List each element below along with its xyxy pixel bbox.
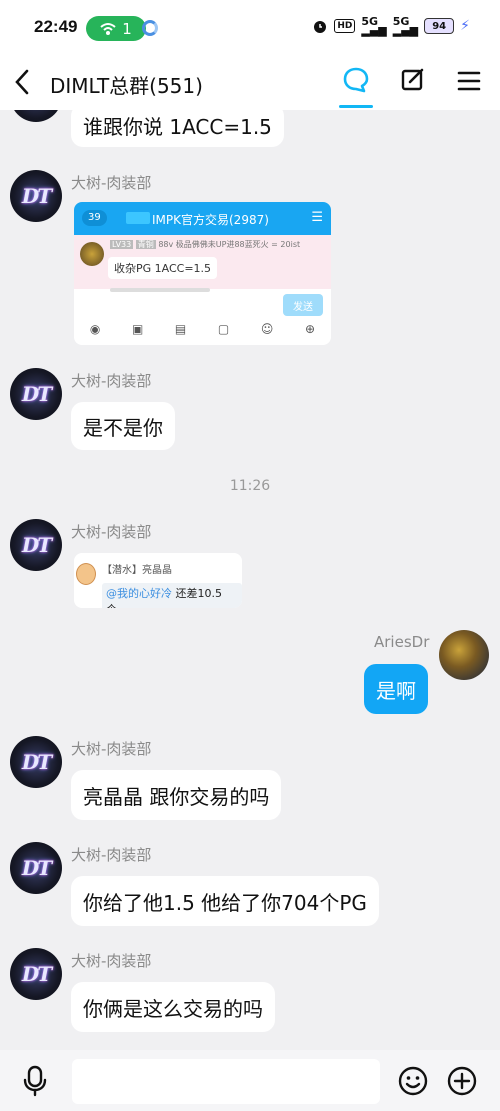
avatar[interactable]: DT	[10, 842, 62, 894]
shot-image-icon: ▣	[131, 322, 144, 336]
shot-file-icon: ▢	[217, 322, 230, 336]
mic-icon[interactable]	[22, 1065, 48, 1097]
shot-message: 收杂PG 1ACC=1.5	[108, 257, 218, 279]
signal-1: 5G ▂▄▆	[361, 16, 387, 37]
status-time: 22:49	[34, 17, 78, 36]
quote-name: 【潜水】亮晶晶	[102, 565, 172, 576]
avatar-logo: DT	[21, 533, 52, 557]
avatar-logo: DT	[21, 856, 52, 880]
message-bubble[interactable]: 亮晶晶 跟你交易的吗	[71, 770, 282, 820]
edit-icon[interactable]	[400, 67, 426, 93]
sender-name: 大树-肉装部	[71, 174, 152, 192]
shot-plus-icon: ⊕	[305, 322, 316, 336]
hd-badge: HD	[334, 19, 356, 33]
browser-status-icon	[142, 20, 158, 36]
alarm-icon	[314, 21, 327, 33]
message-input[interactable]	[72, 1059, 380, 1104]
my-name: AriesDr	[374, 633, 430, 651]
wifi-hotspot-icon	[100, 22, 116, 35]
avatar[interactable]: DT	[10, 519, 62, 571]
avatar[interactable]: DT	[10, 110, 62, 122]
charging-icon: ⚡	[460, 18, 470, 34]
shot-avatar	[80, 242, 104, 266]
shot-mic-icon: ◉	[89, 322, 101, 336]
my-message-bubble[interactable]: 是啊	[364, 664, 428, 714]
status-icons: HD 5G ▂▄▆ 5G ▂▄▆ 94 ⚡	[312, 16, 470, 37]
shot-toolbar: ◉ ▣ ▤ ▢ ☺ ⊕	[74, 322, 331, 336]
my-avatar[interactable]	[439, 630, 489, 680]
quote-message: @我的心好冷 还差10.5个。	[102, 583, 242, 608]
shot-count: 39	[82, 210, 107, 226]
emoji-icon[interactable]	[398, 1066, 428, 1096]
shot-camera-icon: ▤	[174, 322, 187, 336]
avatar-logo: DT	[21, 962, 52, 986]
chat-header: DIMLT总群(551)	[0, 56, 500, 110]
input-bar	[0, 1050, 500, 1111]
message-bubble[interactable]: 谁跟你说 1ACC=1.5	[71, 110, 284, 147]
shot-meta: LV33 青铜 88v 极品佛佛未UP进88蓝死火 = 20ist	[110, 239, 300, 250]
avatar-logo: DT	[21, 184, 52, 208]
message-list[interactable]: DT 谁跟你说 1ACC=1.5 DT 大树-肉装部 39 IMPK官方交易(2…	[0, 110, 500, 1050]
avatar-logo: DT	[21, 382, 52, 406]
sender-name: 大树-肉装部	[71, 952, 152, 970]
avatar[interactable]: DT	[10, 948, 62, 1000]
menu-icon[interactable]	[457, 70, 481, 92]
hotspot-badge: 1	[86, 16, 146, 41]
back-icon[interactable]	[14, 68, 30, 101]
shot-tag	[126, 212, 150, 224]
signal-bars-icon: ▂▄▆	[392, 24, 419, 37]
quote-avatar	[76, 563, 96, 585]
chat-icon[interactable]	[342, 66, 370, 94]
hotspot-count: 1	[122, 19, 132, 38]
shot-title: IMPK官方交易(2987)	[152, 213, 269, 227]
avatar[interactable]: DT	[10, 170, 62, 222]
quote-mention: @我的心好冷	[106, 587, 172, 600]
message-bubble[interactable]: 是不是你	[71, 402, 175, 450]
shot-header: 39 IMPK官方交易(2987) ☰	[74, 202, 331, 235]
shot-input-line	[110, 288, 210, 292]
image-message[interactable]: 39 IMPK官方交易(2987) ☰ LV33 青铜 88v 极品佛佛未UP进…	[74, 202, 331, 345]
shot-emoji-icon: ☺	[260, 322, 274, 336]
shot-menu-icon: ☰	[311, 210, 323, 225]
message-bubble[interactable]: 你给了他1.5 他给了你704个PG	[71, 876, 379, 926]
plus-icon[interactable]	[447, 1066, 477, 1096]
sender-name: 大树-肉装部	[71, 846, 152, 864]
timestamp: 11:26	[229, 478, 271, 494]
battery-icon: 94	[424, 18, 455, 34]
status-bar: 22:49 1 HD 5G ▂▄▆ 5G ▂▄▆ 94 ⚡	[0, 0, 500, 56]
shot-send-button: 发送	[283, 294, 323, 316]
signal-bars-icon: ▂▄▆	[361, 24, 387, 37]
shot-level: LV33	[110, 240, 134, 249]
sender-name: 大树-肉装部	[71, 523, 152, 541]
active-tab-indicator	[339, 105, 373, 108]
sender-name: 大树-肉装部	[71, 372, 152, 390]
sender-name: 大树-肉装部	[71, 740, 152, 758]
avatar-logo: DT	[21, 750, 52, 774]
message-bubble[interactable]: 你俩是这么交易的吗	[71, 982, 275, 1032]
avatar[interactable]: DT	[10, 368, 62, 420]
group-title: DIMLT总群(551)	[50, 74, 203, 98]
avatar[interactable]: DT	[10, 736, 62, 788]
signal-2: 5G ▂▄▆	[392, 16, 419, 37]
image-message[interactable]: 【潜水】亮晶晶 @我的心好冷 还差10.5个。	[74, 553, 242, 608]
shot-meta-text: 88v 极品佛佛未UP进88蓝死火 = 20ist	[158, 240, 301, 249]
shot-rank: 青铜	[135, 240, 156, 249]
